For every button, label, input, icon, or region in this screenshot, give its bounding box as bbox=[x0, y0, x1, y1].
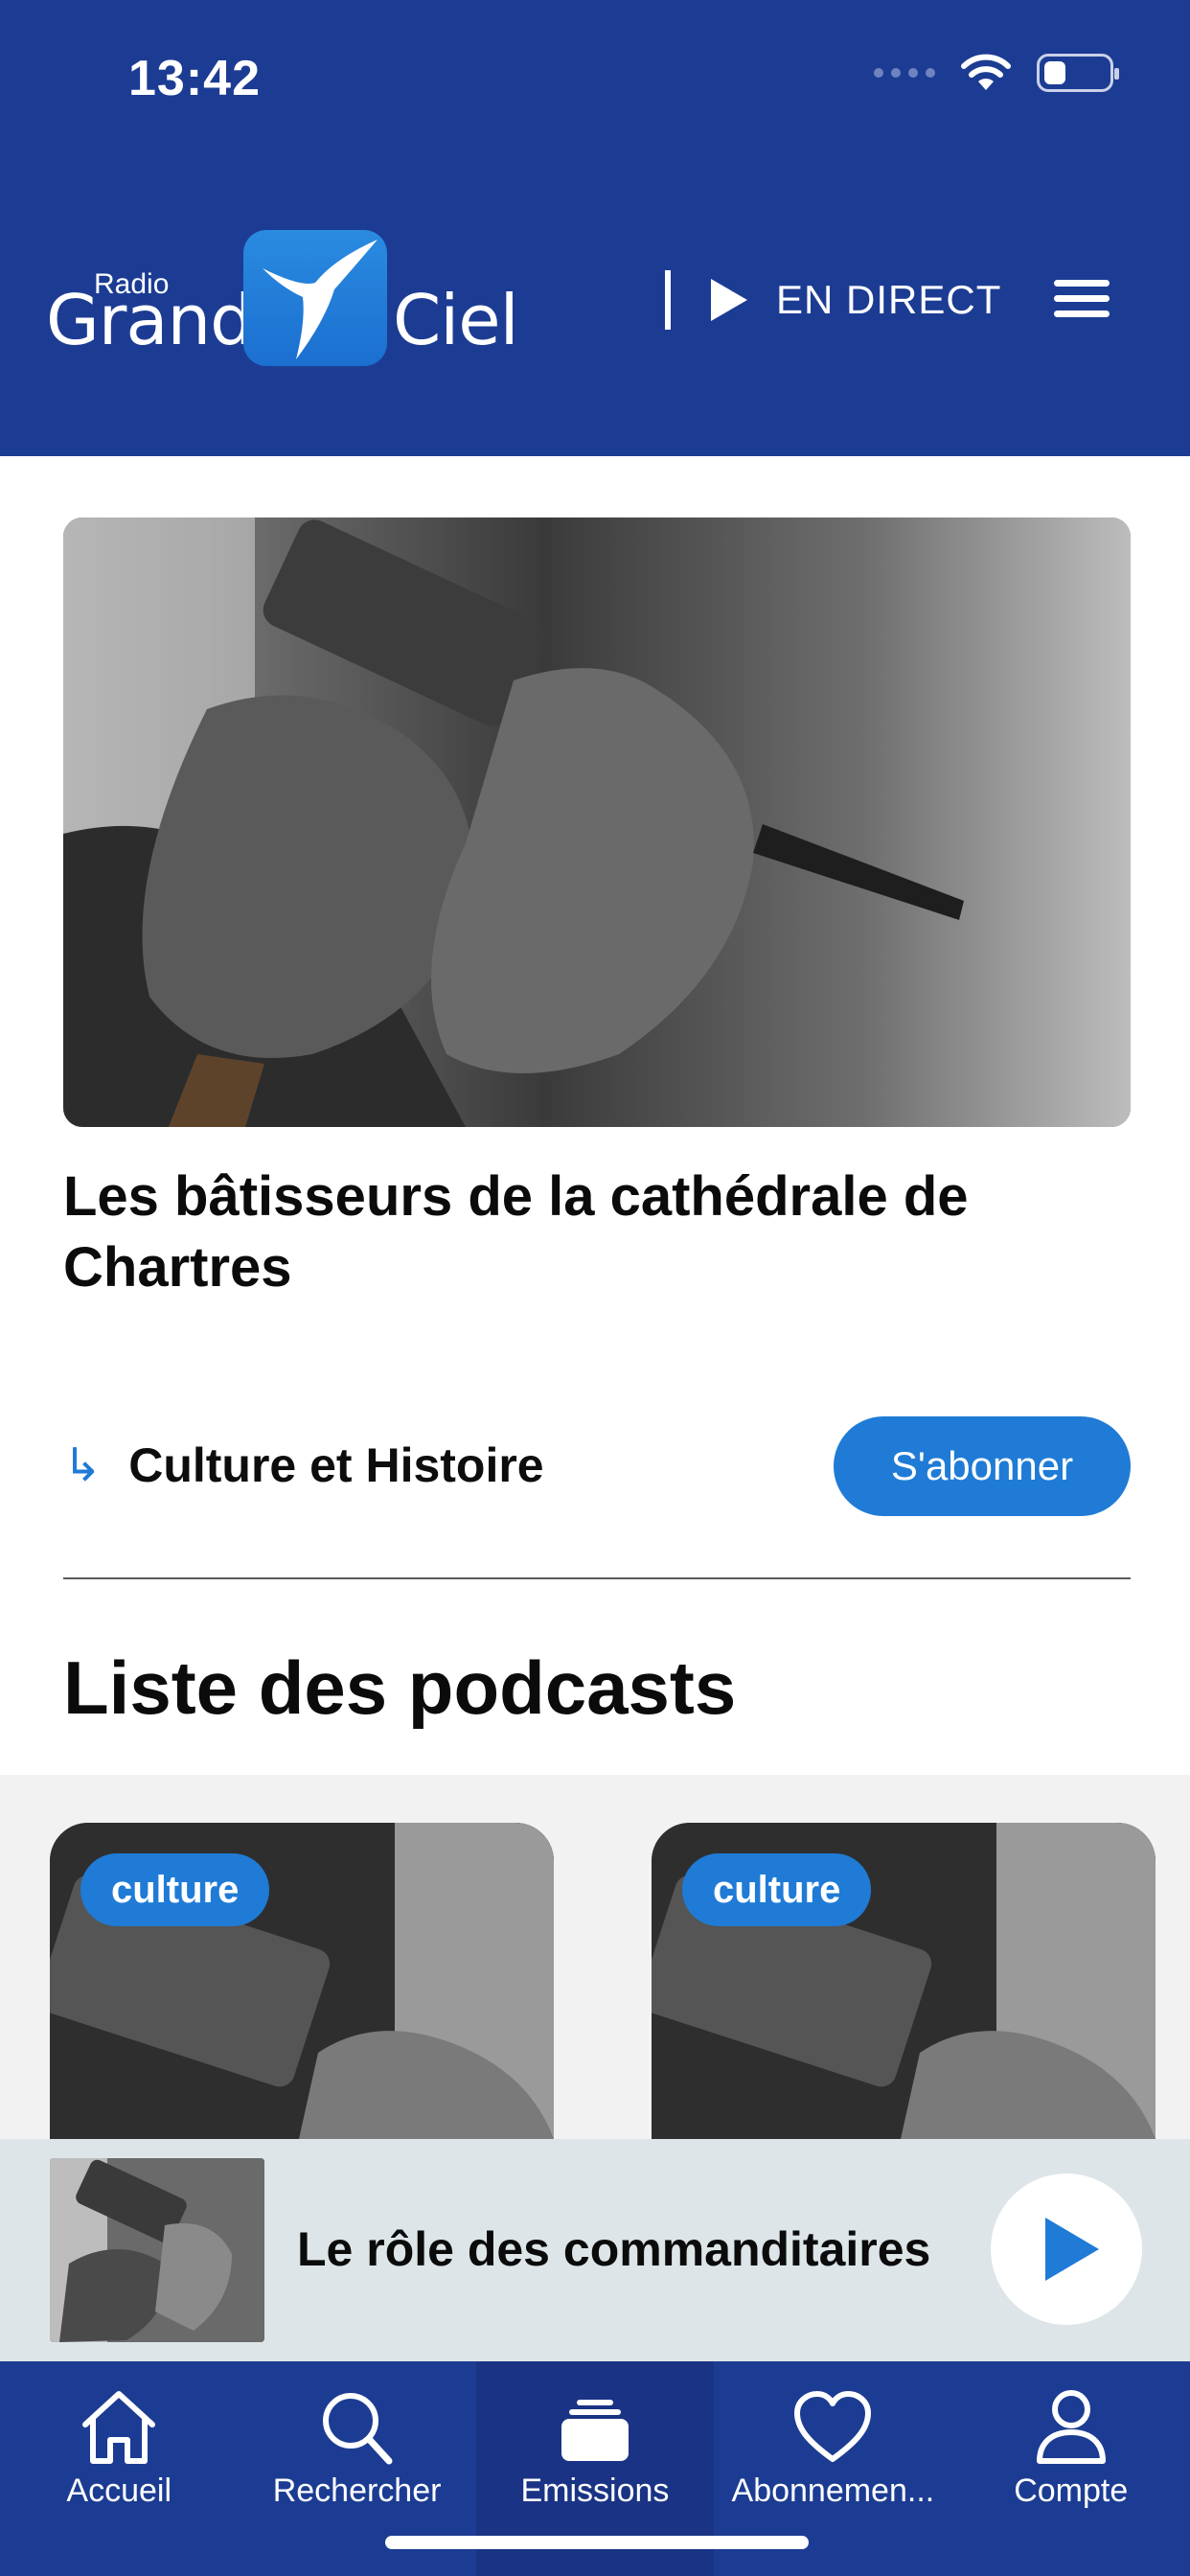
live-label: EN DIRECT bbox=[776, 277, 1002, 322]
wifi-icon bbox=[961, 54, 1011, 90]
player-title: Le rôle des commanditaires bbox=[297, 2222, 931, 2276]
logo-grand-text: Grand bbox=[46, 280, 254, 360]
home-indicator bbox=[385, 2536, 809, 2549]
tab-accueil[interactable]: Accueil bbox=[0, 2361, 238, 2576]
podcast-card[interactable]: culture bbox=[50, 1823, 554, 2139]
category-link[interactable]: ↳ Culture et Histoire bbox=[63, 1438, 544, 1493]
stack-icon bbox=[561, 2400, 629, 2461]
subscribe-button[interactable]: S'abonner bbox=[834, 1416, 1131, 1516]
category-badge: culture bbox=[80, 1853, 270, 1926]
app-header: 13:42 Radio Grand Ciel EN DIRECT bbox=[0, 0, 1190, 456]
status-icons bbox=[874, 54, 1119, 92]
logo-ciel-text: Ciel bbox=[393, 280, 519, 360]
play-icon bbox=[1045, 2218, 1099, 2281]
hamburger-icon[interactable] bbox=[1054, 280, 1110, 318]
player-thumbnail bbox=[50, 2158, 264, 2342]
tab-compte[interactable]: Compte bbox=[952, 2361, 1190, 2576]
podcasts-section-title: Liste des podcasts bbox=[63, 1645, 737, 1730]
episode-title: Les bâtisseurs de la cathédrale de Chart… bbox=[63, 1165, 969, 1299]
user-icon bbox=[1036, 2390, 1106, 2464]
return-arrow-icon: ↳ bbox=[63, 1440, 103, 1491]
tab-label: Accueil bbox=[66, 2472, 172, 2509]
live-button[interactable]: EN DIRECT bbox=[665, 270, 1001, 330]
play-icon bbox=[711, 279, 747, 321]
hero-image[interactable] bbox=[63, 518, 1131, 1127]
home-icon bbox=[82, 2391, 156, 2464]
bird-logo-icon bbox=[243, 230, 387, 366]
category-label: Culture et Histoire bbox=[128, 1438, 544, 1492]
section-divider bbox=[63, 1577, 1131, 1579]
search-icon bbox=[322, 2393, 393, 2465]
tab-label: Rechercher bbox=[272, 2472, 442, 2509]
battery-icon bbox=[1037, 54, 1119, 92]
player-play-button[interactable] bbox=[991, 2174, 1142, 2325]
mini-player[interactable]: Le rôle des commanditaires bbox=[0, 2139, 1190, 2361]
tab-label: Abonnemen... bbox=[731, 2472, 935, 2509]
tab-label: Compte bbox=[1014, 2472, 1129, 2509]
signal-icon bbox=[874, 68, 935, 78]
status-time: 13:42 bbox=[128, 51, 261, 106]
radio-grand-ciel-logo[interactable]: Radio Grand Ciel bbox=[46, 230, 519, 370]
category-badge: culture bbox=[682, 1853, 872, 1926]
tab-label: Emissions bbox=[520, 2472, 670, 2509]
header-divider bbox=[665, 270, 671, 330]
heart-icon bbox=[794, 2391, 872, 2462]
podcast-card[interactable]: culture bbox=[652, 1823, 1156, 2139]
